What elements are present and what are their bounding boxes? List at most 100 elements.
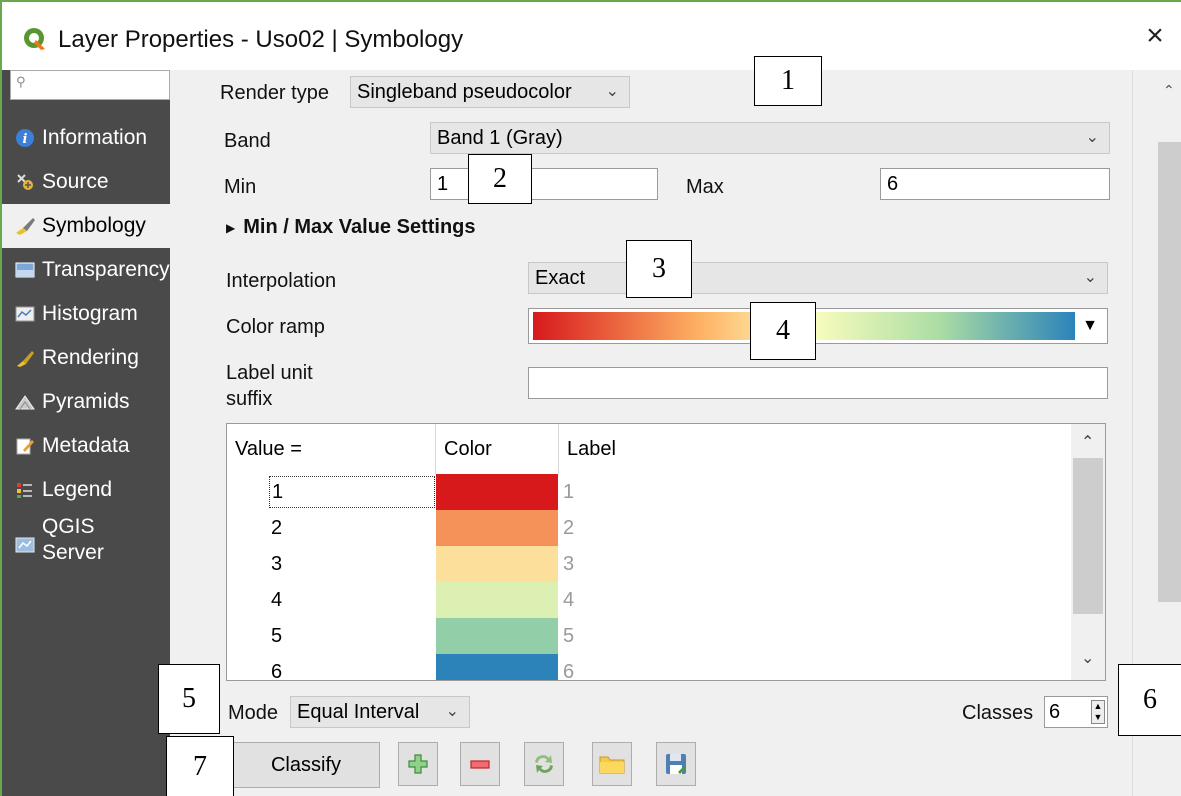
sidebar-item-rendering[interactable]: Rendering [2,336,170,380]
sidebar-item-transparency[interactable]: Transparency [2,248,170,292]
expand-arrow-icon: ▶ [226,220,236,235]
label-cell[interactable]: 2 [563,512,574,544]
label-cell[interactable]: 3 [563,548,574,580]
sidebar-item-label-group: QGIS Server [42,514,104,566]
callout-4: 4 [750,302,816,360]
minus-icon [470,760,490,769]
column-header-color[interactable]: Color [436,424,559,474]
column-header-value[interactable]: Value = [227,424,436,474]
mode-select[interactable]: Equal Interval ⌄ [290,696,470,728]
scroll-up-arrow-icon[interactable]: ⌃ [1163,82,1175,99]
render-type-value: Singleband pseudocolor [357,80,572,103]
sidebar-item-label: Legend [42,478,113,501]
classes-spinbox[interactable]: 6 ▲ ▼ [1044,696,1108,728]
svg-text:i: i [23,132,28,147]
export-colormap-button[interactable] [656,742,696,786]
value-cell[interactable]: 4 [269,584,435,616]
table-scrollbar-thumb[interactable] [1073,458,1103,614]
search-icon: ⚲ [16,74,26,89]
chevron-down-icon: ⌄ [445,703,459,720]
table-row[interactable]: 4 4 [227,582,1073,618]
label-cell[interactable]: 4 [563,584,574,616]
max-field[interactable]: 6 [880,168,1110,200]
table-row[interactable]: 1 1 [227,474,1073,510]
label-unit-suffix-line1: Label unit [226,362,313,384]
sidebar-item-label: Information [42,126,148,149]
layer-properties-window: Layer Properties - Uso02 | Symbology × ⚲… [0,0,1181,796]
sidebar-item-label: Histogram [42,302,138,325]
minmax-settings-label: Min / Max Value Settings [243,216,476,238]
color-swatch[interactable] [436,510,558,546]
value-cell[interactable]: 6 [269,656,435,681]
band-select[interactable]: Band 1 (Gray) ⌄ [430,122,1110,154]
table-row[interactable]: 5 5 [227,618,1073,654]
label-unit-suffix-input[interactable] [528,367,1108,399]
sidebar-item-pyramids[interactable]: Pyramids [2,380,170,424]
callout-5: 5 [158,664,220,734]
classify-button[interactable]: Classify [232,742,380,788]
sidebar-item-legend[interactable]: Legend [2,468,170,512]
min-field[interactable]: 1 [430,168,658,200]
table-row[interactable]: 6 6 [227,654,1073,681]
sidebar-item-metadata[interactable]: Metadata [2,424,170,468]
sidebar-item-label: Symbology [42,214,146,237]
sidebar-item-symbology[interactable]: Symbology [2,204,170,248]
value-cell[interactable]: 5 [269,620,435,652]
sidebar: ⚲ i Information Source Symbology Transpa… [2,70,170,796]
classes-table: Value = Color Label 1 1 2 2 3 3 4 4 5 5 [226,423,1106,681]
scroll-up-arrow-icon[interactable]: ⌃ [1081,432,1094,452]
load-colormap-button[interactable] [592,742,632,786]
value-cell[interactable]: 2 [269,512,435,544]
close-button[interactable]: × [1141,21,1169,51]
server-icon [14,534,36,556]
max-label: Max [686,176,724,198]
band-label: Band [224,130,271,152]
sidebar-search-input[interactable]: ⚲ [10,70,170,100]
scroll-down-arrow-icon[interactable]: ⌄ [1081,648,1094,668]
value-cell[interactable]: 1 [269,476,435,508]
scrollbar-thumb[interactable] [1158,142,1181,602]
color-ramp-label: Color ramp [226,316,325,338]
label-cell[interactable]: 5 [563,620,574,652]
max-value: 6 [887,172,899,195]
table-row[interactable]: 3 3 [227,546,1073,582]
rendering-icon [14,347,36,369]
chevron-down-icon: ⌄ [1085,129,1099,146]
sidebar-item-histogram[interactable]: Histogram [2,292,170,336]
remove-class-button[interactable] [460,742,500,786]
folder-icon [599,756,625,774]
callout-1: 1 [754,56,822,106]
minmax-settings-toggle[interactable]: ▶ Min / Max Value Settings [226,216,476,239]
add-class-button[interactable] [398,742,438,786]
interpolation-label: Interpolation [226,270,337,292]
triangle-down-icon[interactable]: ▼ [1077,312,1103,340]
color-swatch[interactable] [436,618,558,654]
info-icon: i [14,127,36,149]
window-title: Layer Properties - Uso02 | Symbology [58,26,464,53]
render-type-select[interactable]: Singleband pseudocolor ⌄ [350,76,630,108]
label-cell[interactable]: 1 [563,476,574,508]
swap-arrows-icon [535,755,553,773]
label-cell[interactable]: 6 [563,656,574,681]
histogram-icon [14,303,36,325]
table-row[interactable]: 2 2 [227,510,1073,546]
value-cell[interactable]: 3 [269,548,435,580]
sidebar-item-label: QGIS [42,515,95,538]
sidebar-item-label: Pyramids [42,390,130,413]
color-ramp-button[interactable]: ▼ [528,308,1108,344]
render-type-label: Render type [220,82,329,104]
table-scrollbar[interactable]: ⌃ ⌄ [1071,424,1105,680]
sidebar-item-qgis-server[interactable]: QGIS Server [2,514,170,578]
color-swatch[interactable] [436,474,558,510]
callout-3: 3 [626,240,692,298]
color-swatch[interactable] [436,654,558,680]
interpolation-select[interactable]: Exact ⌄ [528,262,1108,294]
reverse-colors-button[interactable] [524,742,564,786]
spin-arrows-icon[interactable]: ▲ ▼ [1091,700,1105,724]
color-swatch[interactable] [436,582,558,618]
column-header-label[interactable]: Label [559,424,1073,474]
color-swatch[interactable] [436,546,558,582]
sidebar-item-label: Metadata [42,434,130,457]
sidebar-item-source[interactable]: Source [2,160,170,204]
sidebar-item-information[interactable]: i Information [2,116,170,160]
